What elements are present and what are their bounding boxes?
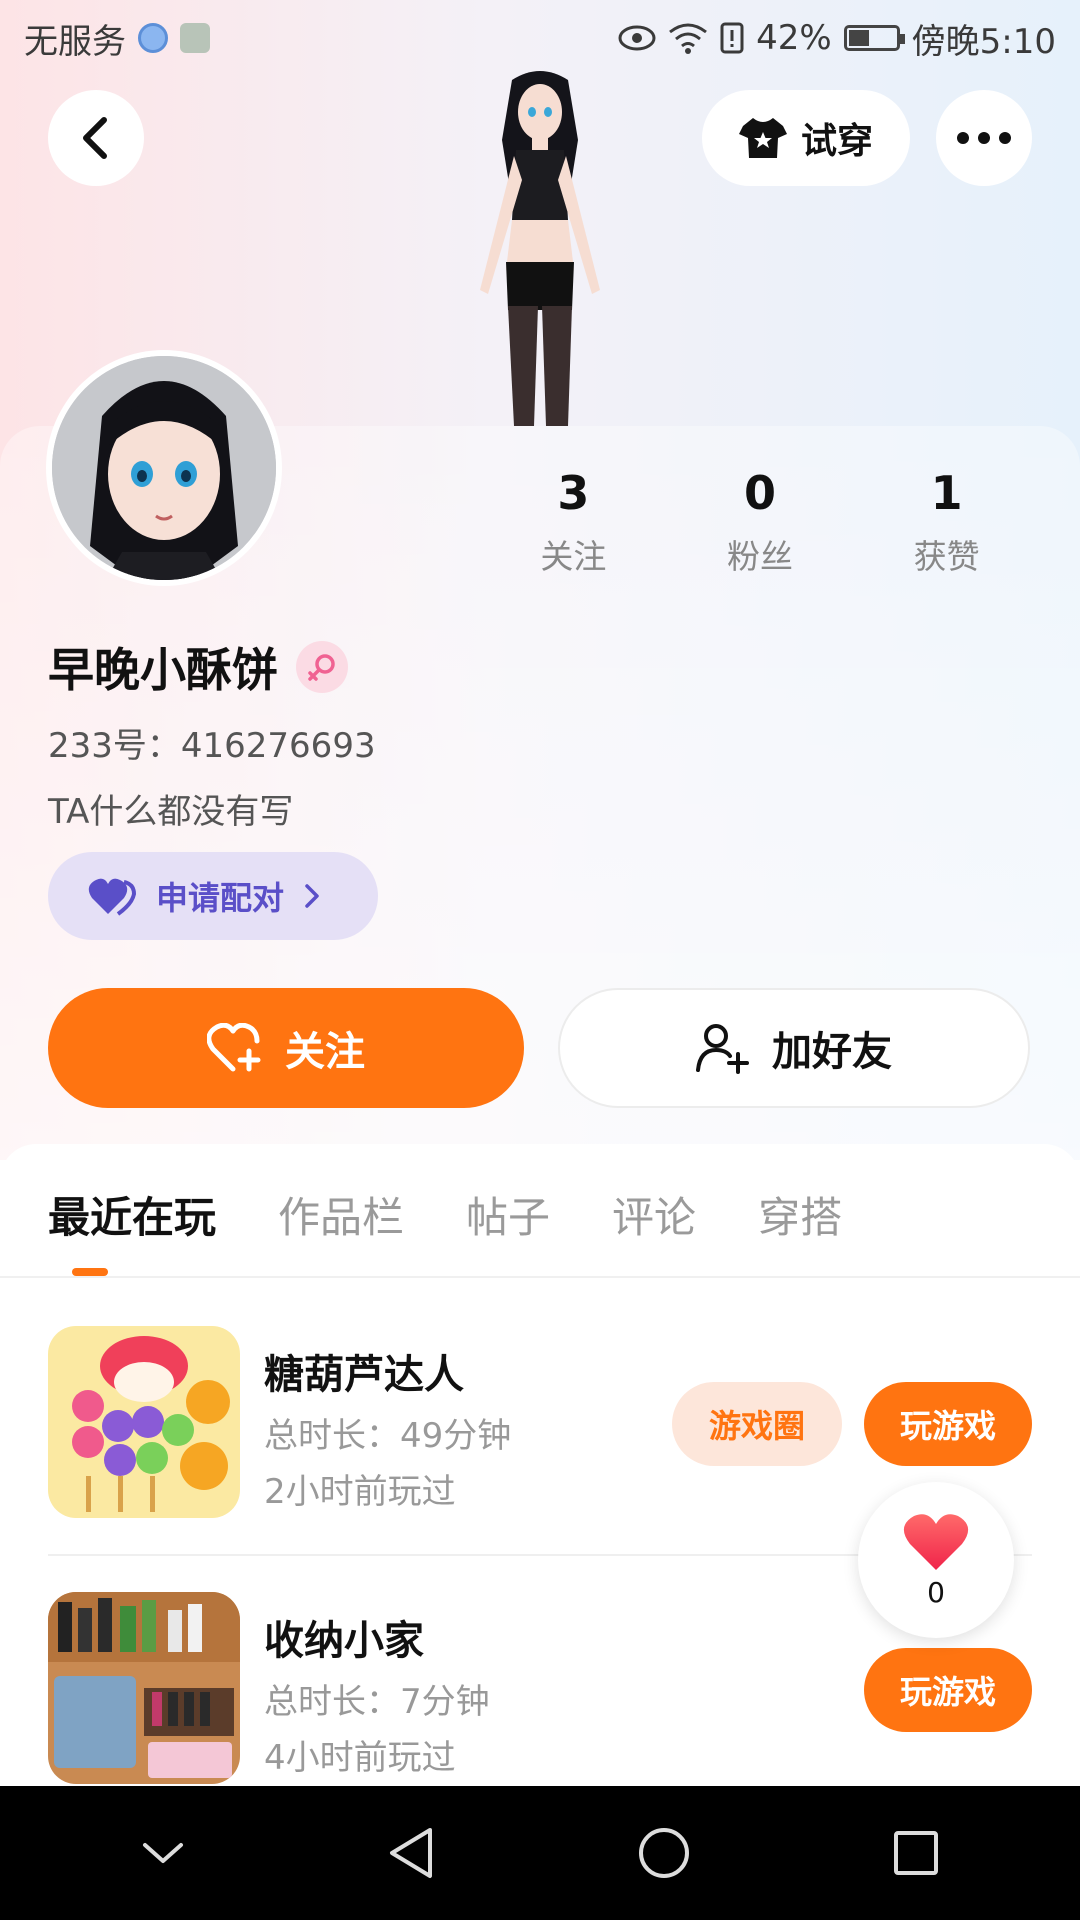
stat-label: 粉丝 (727, 537, 793, 576)
globe-icon (138, 23, 168, 53)
stat-label: 获赞 (913, 537, 980, 576)
game-title: 收纳小家 (264, 1618, 424, 1664)
stat-value: 0 (744, 466, 777, 520)
try-on-label: 试穿 (800, 121, 873, 162)
avatar-portrait (52, 356, 276, 580)
try-on-button[interactable]: 试穿 (702, 90, 910, 186)
battery-icon (843, 25, 905, 51)
stat-following[interactable]: 3 关注 (480, 466, 667, 578)
user-bio: TA什么都没有写 (48, 792, 294, 832)
eye-icon (618, 25, 656, 51)
chevron-down-icon[interactable] (141, 1839, 185, 1867)
chevron-left-icon (83, 117, 107, 159)
status-left: 无服务 (24, 14, 210, 63)
avatar-3d-figure (480, 71, 600, 426)
list-item[interactable]: 收纳小家 总时长：7分钟 4小时前玩过 玩游戏 (48, 1592, 1032, 1788)
candied-fruit-image (48, 1326, 240, 1518)
shirt-icon (738, 118, 787, 158)
like-float-button[interactable]: 0 (858, 1482, 1014, 1638)
tab-recently-played[interactable]: 最近在玩 (48, 1184, 216, 1245)
avatar[interactable] (46, 350, 282, 586)
battery-percent: 42% (756, 18, 832, 58)
system-nav-bar (0, 1786, 1080, 1920)
game-thumbnail[interactable] (48, 1592, 240, 1784)
back-button[interactable] (48, 90, 144, 186)
like-count: 0 (927, 1575, 945, 1609)
wifi-icon (669, 23, 707, 54)
carrier-text: 无服务 (24, 21, 126, 62)
game-last-played: 2小时前玩过 (264, 1472, 456, 1512)
avatar-image (52, 356, 276, 580)
user-id: 233号：416276693 (48, 726, 376, 766)
game-last-played: 4小时前玩过 (264, 1738, 456, 1778)
chevron-right-icon (305, 884, 319, 908)
clock-text: 傍晚5:10 (911, 21, 1056, 62)
heart-icon (903, 1513, 969, 1570)
more-button[interactable] (936, 90, 1032, 186)
profile-stats: 3 关注 0 粉丝 1 获赞 (480, 466, 1040, 578)
heart-pair-icon (88, 878, 137, 916)
alert-icon (720, 22, 744, 54)
more-dots-icon (957, 132, 1011, 144)
heart-plus-icon (207, 1023, 261, 1072)
female-icon (296, 641, 348, 693)
tab-works[interactable]: 作品栏 (278, 1184, 404, 1245)
play-game-button[interactable]: 玩游戏 (864, 1648, 1032, 1732)
add-friend-button[interactable]: 加好友 (558, 988, 1030, 1108)
active-tab-indicator (72, 1268, 108, 1276)
play-game-button[interactable]: 玩游戏 (864, 1382, 1032, 1466)
follow-button[interactable]: 关注 (48, 988, 524, 1108)
username: 早晚小酥饼 (48, 643, 278, 697)
username-row: 早晚小酥饼 (48, 634, 348, 700)
game-title: 糖葫芦达人 (264, 1352, 464, 1398)
back-triangle-icon[interactable] (386, 1826, 436, 1880)
game-thumbnail[interactable] (48, 1326, 240, 1518)
tab-comments[interactable]: 评论 (612, 1184, 696, 1245)
status-bar: 无服务 42% 傍晚5:10 (0, 0, 1080, 76)
tab-bar: 最近在玩 作品栏 帖子 评论 穿搭 (48, 1184, 842, 1245)
add-friend-label: 加好友 (772, 1029, 892, 1075)
shield-icon (180, 23, 210, 53)
follow-label: 关注 (285, 1029, 365, 1075)
status-right: 42% 傍晚5:10 (618, 14, 1056, 63)
recents-square-icon[interactable] (892, 1829, 940, 1877)
apply-pair-button[interactable]: 申请配对 (48, 852, 378, 940)
home-circle-icon[interactable] (637, 1826, 691, 1880)
game-duration: 总时长：49分钟 (264, 1416, 512, 1456)
stat-followers[interactable]: 0 粉丝 (667, 466, 854, 578)
add-user-icon (696, 1024, 749, 1074)
stat-value: 3 (557, 466, 590, 520)
list-item[interactable]: 糖葫芦达人 总时长：49分钟 2小时前玩过 游戏圈 玩游戏 (48, 1326, 1032, 1522)
storage-home-image (48, 1592, 240, 1784)
game-duration: 总时长：7分钟 (264, 1682, 490, 1722)
tab-posts[interactable]: 帖子 (466, 1184, 550, 1245)
apply-pair-label: 申请配对 (156, 879, 285, 917)
tab-outfits[interactable]: 穿搭 (758, 1184, 842, 1245)
stat-likes[interactable]: 1 获赞 (853, 466, 1040, 578)
stat-label: 关注 (540, 537, 607, 576)
stat-value: 1 (930, 466, 963, 520)
tabs-divider (0, 1276, 1080, 1278)
game-circle-button[interactable]: 游戏圈 (672, 1382, 842, 1466)
